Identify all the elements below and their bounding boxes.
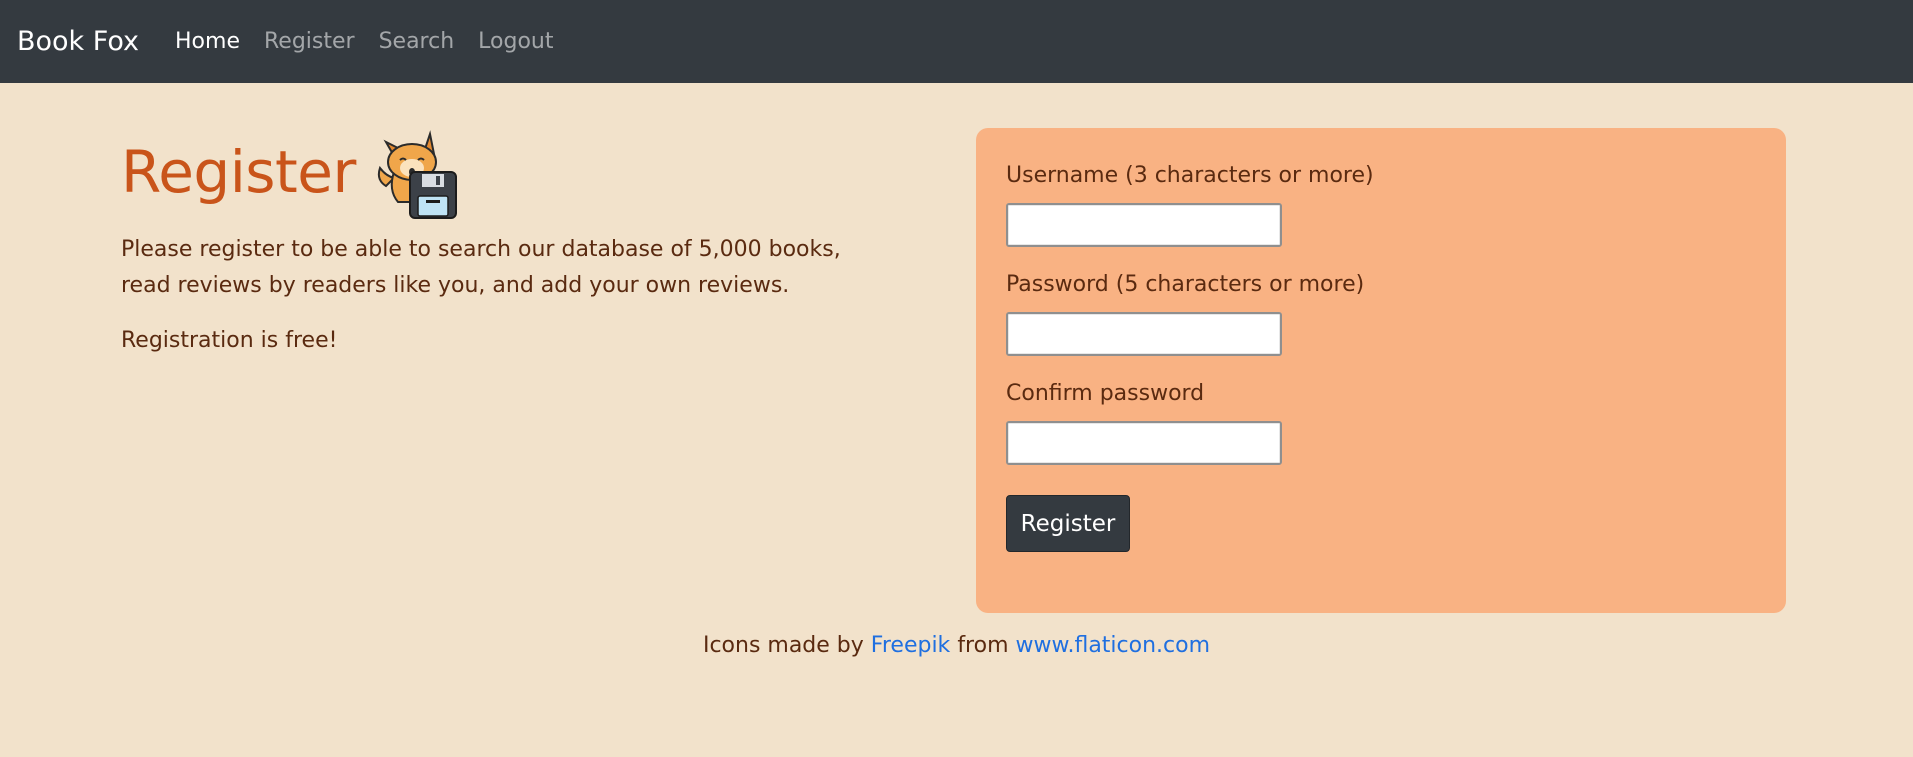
username-label: Username (3 characters or more) — [1006, 163, 1374, 188]
page-title: Register — [121, 138, 356, 206]
nav-register-link[interactable]: Register — [264, 29, 355, 54]
freepik-link[interactable]: Freepik — [871, 633, 951, 658]
attribution-prefix: Icons made by — [702, 633, 864, 658]
flaticon-link[interactable]: www.flaticon.com — [1016, 633, 1211, 658]
nav-home-link[interactable]: Home — [175, 29, 240, 54]
register-button[interactable]: Register — [1006, 495, 1130, 552]
register-form: Username (3 characters or more) Password… — [976, 128, 1786, 613]
attribution-middle: from — [957, 633, 1009, 658]
intro-section: Register Please register to be able to s… — [121, 122, 881, 353]
fox-with-floppy-disk-icon — [377, 130, 457, 219]
username-input[interactable] — [1006, 203, 1282, 247]
intro-paragraph: Please register to be able to search our… — [121, 237, 841, 298]
brand-link[interactable]: Book Fox — [17, 26, 139, 57]
title-row: Register — [121, 122, 881, 222]
nav-logout-link[interactable]: Logout — [478, 29, 553, 54]
password-label: Password (5 characters or more) — [1006, 272, 1365, 297]
nav-search-link[interactable]: Search — [379, 29, 455, 54]
confirm-password-label: Confirm password — [1006, 381, 1205, 406]
attribution-footer: Icons made by Freepik from www.flaticon.… — [0, 633, 1913, 658]
password-input[interactable] — [1006, 312, 1282, 356]
confirm-password-input[interactable] — [1006, 421, 1282, 465]
top-navbar: Book Fox Home Register Search Logout — [0, 0, 1913, 83]
registration-free-note: Registration is free! — [121, 328, 338, 353]
